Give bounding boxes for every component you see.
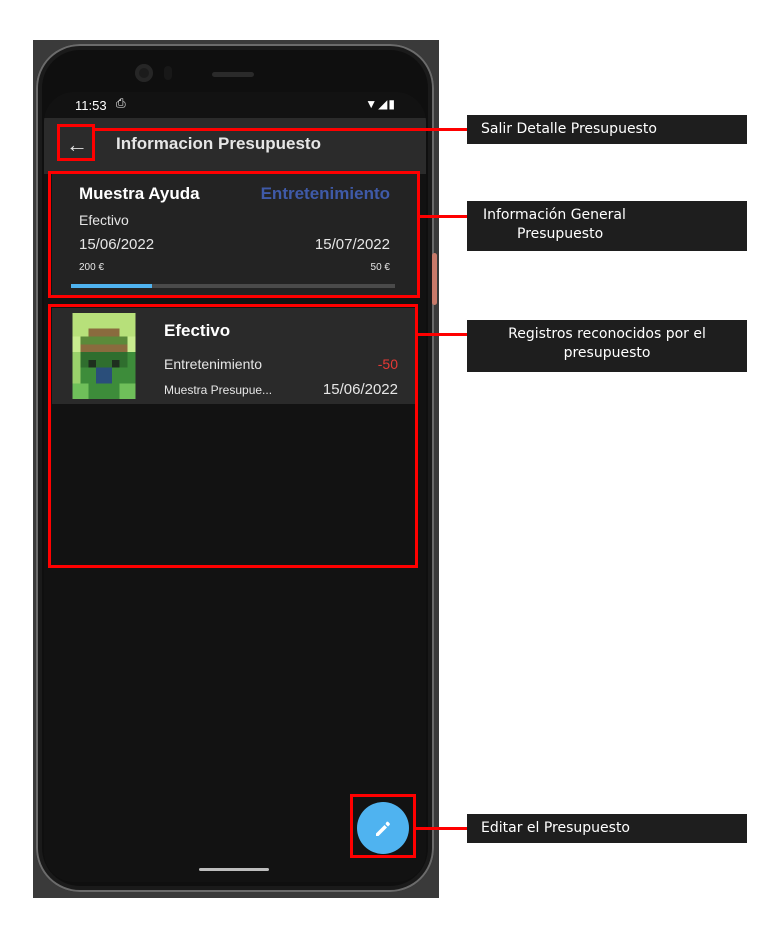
- page-title: Informacion Presupuesto: [116, 134, 321, 153]
- callout-general-info-line2: Presupuesto: [517, 226, 604, 242]
- signal-icon: ◢: [378, 97, 389, 111]
- highlight-back-button: [57, 124, 95, 161]
- callout-records-line2: presupuesto: [563, 345, 651, 361]
- sensor-icon: [164, 66, 172, 80]
- status-time: 11:53: [75, 98, 107, 113]
- sim-card-icon: ⎙: [116, 96, 126, 110]
- callout-exit-text: Salir Detalle Presupuesto: [481, 121, 657, 137]
- callout-edit: Editar el Presupuesto: [467, 814, 747, 843]
- battery-icon: ▮: [388, 97, 396, 111]
- status-icons: ▼◢▮: [365, 97, 396, 111]
- highlight-budget-info: [48, 171, 420, 298]
- connector-general-info: [420, 215, 468, 218]
- callout-general-info-line1: Información General: [483, 207, 626, 223]
- callout-records-line1: Registros reconocidos por el: [508, 326, 706, 342]
- connector-edit: [416, 827, 468, 830]
- highlight-edit-button: [350, 794, 416, 858]
- highlight-records: [48, 304, 418, 568]
- power-button: [432, 253, 437, 305]
- status-bar: 11:53 ⎙ ▼◢▮: [44, 92, 426, 118]
- connector-records: [418, 333, 468, 336]
- camera-icon: [135, 64, 153, 82]
- callout-records: Registros reconocidos por el presupuesto: [467, 320, 747, 372]
- callout-general-info: Información General Presupuesto: [467, 201, 747, 251]
- speaker-grille: [212, 72, 254, 77]
- app-bar: ← Informacion Presupuesto: [44, 118, 426, 174]
- wifi-icon: ▼: [365, 97, 379, 111]
- callout-exit: Salir Detalle Presupuesto: [467, 115, 747, 144]
- home-indicator[interactable]: [199, 868, 269, 871]
- connector-exit: [95, 128, 468, 131]
- callout-edit-text: Editar el Presupuesto: [481, 820, 630, 836]
